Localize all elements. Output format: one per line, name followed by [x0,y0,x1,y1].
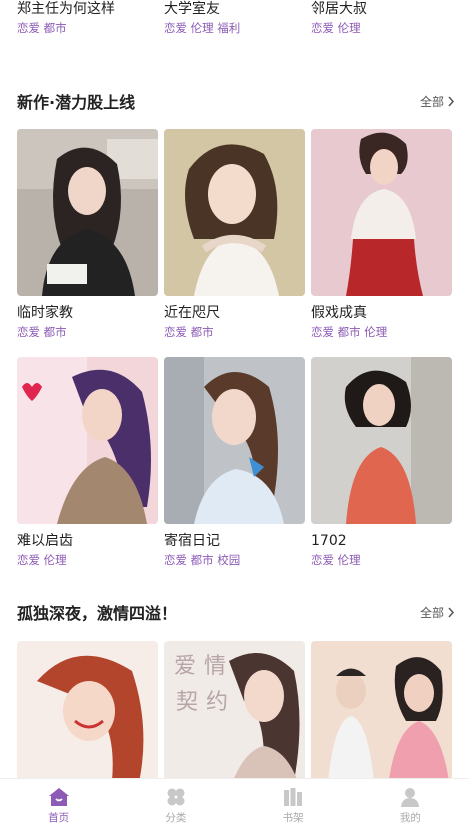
comic-tags: 恋爱 伦理 [311,553,361,567]
view-all-label[interactable]: 全部 [420,93,444,110]
comic-title[interactable]: 假戏成真 [311,304,452,322]
bookshelf-icon [284,788,303,806]
comic-title[interactable]: 大学室友 [164,0,305,18]
comic-title[interactable]: 邻居大叔 [311,0,452,18]
comic-title[interactable]: 1702 [311,532,452,550]
comic-title[interactable]: 难以启齿 [17,532,158,550]
view-all-link[interactable]: 全部 [420,93,455,110]
comic-title[interactable]: 寄宿日记 [164,532,305,550]
category-icon [167,788,185,806]
profile-icon [401,788,420,807]
comic-tags: 恋爱 都市 校园 [164,553,241,567]
section-header: 新作·潜力股上线 全部 [17,89,455,113]
comic-cover[interactable] [17,129,158,296]
comic-card[interactable]: 1702 恋爱 伦理 [311,357,452,568]
tab-home[interactable]: 首页 [0,779,117,833]
comic-cover[interactable] [164,357,305,524]
tab-category[interactable]: 分类 [117,779,234,833]
comic-tags: 恋爱 都市 [164,325,214,339]
comic-cover[interactable] [17,357,158,524]
comic-card[interactable]: 寄宿日记 恋爱 都市 校园 [164,357,305,568]
comic-tags: 恋爱 都市 [17,21,67,35]
tab-label[interactable]: 首页 [48,810,69,825]
comic-title[interactable]: 郑主任为何这样 [17,0,158,18]
section-title: 孤独深夜，激情四溢！ [17,604,178,623]
comic-tags: 恋爱 伦理 [17,553,67,567]
comic-card[interactable]: 假戏成真 恋爱 都市 伦理 [311,129,452,340]
comic-tags: 恋爱 伦理 福利 [164,21,241,35]
tab-bookshelf[interactable]: 书架 [235,779,352,833]
comic-cover[interactable] [164,129,305,296]
tab-label[interactable]: 书架 [283,810,304,825]
tab-label[interactable]: 我的 [400,810,421,825]
comic-card[interactable]: 临时家教 恋爱 都市 [17,129,158,340]
section-header: 孤独深夜，激情四溢！ 全部 [17,600,455,624]
tab-label[interactable]: 分类 [165,810,186,825]
section-title: 新作·潜力股上线 [17,93,136,112]
home-icon [48,788,69,806]
chevron-right-icon [448,96,455,106]
comic-tags: 恋爱 伦理 [311,21,361,35]
comic-card[interactable]: 邻居大叔 恋爱 伦理 [311,0,452,36]
comic-title[interactable]: 临时家教 [17,304,158,322]
comic-card[interactable]: 大学室友 恋爱 伦理 福利 [164,0,305,36]
comic-tags: 恋爱 都市 [17,325,67,339]
comic-card[interactable]: 难以启齿 恋爱 伦理 [17,357,158,568]
bottom-tab-bar: 首页 分类 书架 我的 [0,778,469,833]
chevron-right-icon [448,607,455,617]
comic-card[interactable]: 近在咫尺 恋爱 都市 [164,129,305,340]
tab-profile[interactable]: 我的 [352,779,469,833]
comic-cover[interactable] [311,129,452,296]
view-all-label[interactable]: 全部 [420,604,444,621]
comic-card[interactable]: 郑主任为何这样 恋爱 都市 [17,0,158,36]
comic-cover[interactable] [311,357,452,524]
comic-tags: 恋爱 都市 伦理 [311,325,388,339]
comic-title[interactable]: 近在咫尺 [164,304,305,322]
view-all-link[interactable]: 全部 [420,604,455,621]
